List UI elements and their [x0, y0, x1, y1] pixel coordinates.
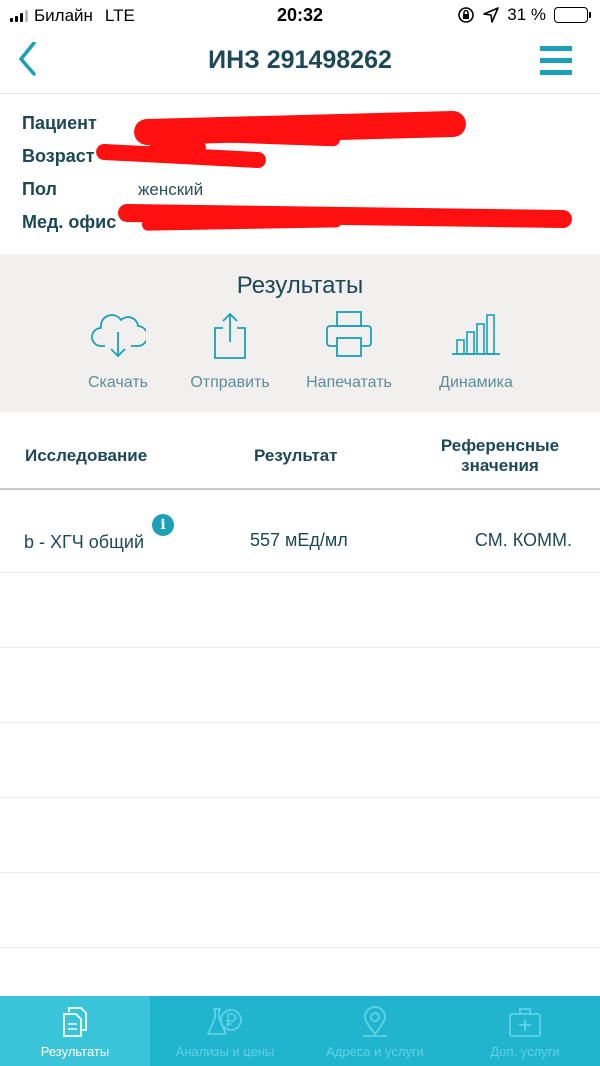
- column-header-study: Исследование: [25, 446, 148, 465]
- print-button[interactable]: Напечатать: [289, 310, 409, 392]
- tab-bar: Результаты Анализы и цены Адреса и услуг…: [0, 996, 600, 1066]
- dynamics-label: Динамика: [439, 374, 513, 391]
- rotation-lock-icon: [458, 7, 475, 23]
- empty-row: [0, 723, 600, 798]
- column-header-reference: Референсные значения: [430, 436, 570, 476]
- empty-row: [0, 798, 600, 873]
- sex-value: женский: [138, 180, 204, 199]
- redaction-mark: [141, 215, 343, 231]
- tab-results[interactable]: Результаты: [0, 996, 150, 1066]
- bar-chart-icon: [452, 314, 500, 355]
- empty-row: [0, 873, 600, 948]
- age-label: Возраст: [22, 146, 95, 166]
- status-right: 31 %: [457, 5, 591, 25]
- status-bar: Билайн LTE 20:32 31 %: [0, 0, 600, 32]
- flask-ruble-icon: [207, 1008, 242, 1035]
- tab-label: Адреса и услуги: [326, 1044, 424, 1059]
- hamburger-menu-icon: [540, 46, 572, 75]
- tab-analyses-prices[interactable]: Анализы и цены: [150, 996, 300, 1066]
- download-label: Скачать: [88, 374, 148, 391]
- printer-icon: [326, 311, 372, 357]
- document-icon: [63, 1007, 87, 1037]
- share-label: Отправить: [190, 374, 270, 391]
- empty-row: [0, 573, 600, 648]
- tab-addresses-services[interactable]: Адреса и услуги: [300, 996, 450, 1066]
- office-label: Мед. офис: [22, 212, 117, 232]
- patient-label: Пациент: [22, 113, 97, 133]
- results-table-header: Исследование Результат Референсные значе…: [0, 412, 600, 490]
- navigation-bar: ИНЗ 291498262: [0, 32, 600, 94]
- battery-icon: [554, 7, 591, 23]
- patient-info: Пациент Возраст Пол женский Мед. офис: [0, 95, 600, 253]
- column-header-reference-line1: Референсные: [440, 436, 560, 455]
- menu-button[interactable]: [540, 44, 574, 78]
- share-icon: [214, 312, 246, 359]
- study-name: b - ХГЧ общий: [24, 532, 144, 552]
- empty-row: [0, 648, 600, 723]
- study-result: 557 мЕд/мл: [250, 530, 348, 550]
- print-label: Напечатать: [306, 374, 392, 391]
- medical-case-icon: [509, 1008, 541, 1037]
- results-actions-panel: Результаты Скачать Отправить Напечатать: [0, 254, 600, 412]
- map-pin-icon: [363, 1006, 387, 1037]
- tab-label: Доп. услуги: [490, 1044, 560, 1059]
- share-button[interactable]: Отправить: [170, 310, 290, 392]
- location-arrow-icon: [483, 7, 500, 23]
- column-header-reference-line2: значения: [461, 456, 539, 475]
- tab-label: Результаты: [40, 1044, 110, 1059]
- dynamics-button[interactable]: Динамика: [416, 310, 536, 392]
- page-title: ИНЗ 291498262: [208, 46, 392, 74]
- column-header-result: Результат: [254, 446, 338, 465]
- cloud-download-icon: [91, 314, 146, 358]
- tab-extra-services[interactable]: Доп. услуги: [450, 996, 600, 1066]
- results-title: Результаты: [236, 272, 364, 299]
- info-icon[interactable]: i: [152, 514, 174, 536]
- study-reference: СМ. КОММ.: [474, 530, 572, 550]
- sex-label: Пол: [22, 179, 57, 199]
- battery-percent: 31 %: [507, 5, 546, 24]
- tab-label: Анализы и цены: [175, 1044, 275, 1059]
- table-row[interactable]: b - ХГЧ общий i 557 мЕд/мл СМ. КОММ.: [0, 498, 600, 573]
- download-button[interactable]: Скачать: [58, 310, 178, 392]
